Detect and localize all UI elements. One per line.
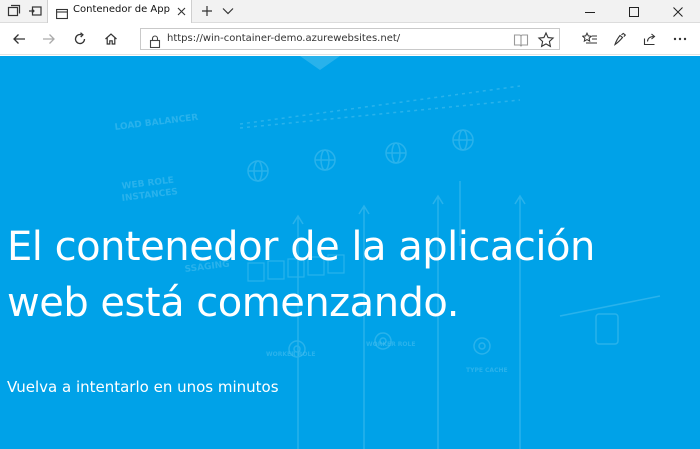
globe-icon — [247, 160, 269, 182]
star-icon[interactable] — [537, 31, 555, 49]
svg-text:WORKER ROLE: WORKER ROLE — [266, 351, 315, 358]
pen-icon[interactable] — [607, 27, 633, 51]
forward-arrow-icon[interactable] — [36, 27, 62, 51]
minimize-icon[interactable] — [568, 0, 612, 23]
maximize-icon[interactable] — [612, 0, 656, 23]
page-headline: El contenedor de la aplicación web está … — [7, 224, 595, 326]
tab-title: Contenedor de App Se — [73, 4, 171, 15]
home-icon[interactable] — [98, 27, 124, 51]
page-subline: Vuelva a intentarlo en unos minutos — [7, 378, 279, 396]
tab-actions-icon[interactable] — [4, 2, 24, 20]
close-icon[interactable] — [174, 4, 188, 18]
chevron-down-icon[interactable] — [218, 2, 238, 20]
url-field[interactable]: https://win-container-demo.azurewebsites… — [167, 33, 400, 44]
share-icon[interactable] — [637, 27, 663, 51]
active-tab[interactable]: Contenedor de App Se — [47, 0, 192, 23]
reading-view-icon[interactable] — [513, 32, 529, 48]
page-favicon-icon — [56, 5, 68, 20]
back-arrow-icon[interactable] — [6, 27, 32, 51]
more-dots-icon[interactable] — [667, 27, 693, 51]
tab-strip: Contenedor de App Se — [0, 0, 700, 23]
refresh-icon[interactable] — [67, 27, 93, 51]
page-content: LOAD BALANCER WEB ROLE INSTANCES SSAGING… — [0, 56, 700, 449]
set-aside-tabs-icon[interactable] — [25, 2, 45, 20]
address-bar[interactable]: https://win-container-demo.azurewebsites… — [140, 28, 560, 50]
svg-text:WORKER ROLE: WORKER ROLE — [366, 341, 415, 348]
window-close-icon[interactable] — [656, 0, 700, 23]
favorites-hub-icon[interactable] — [577, 27, 603, 51]
svg-text:LOAD BALANCER: LOAD BALANCER — [114, 113, 199, 133]
navigation-toolbar: https://win-container-demo.azurewebsites… — [0, 23, 700, 55]
svg-text:TYPE CACHE: TYPE CACHE — [466, 367, 508, 374]
lock-icon[interactable] — [149, 33, 161, 49]
plus-icon[interactable] — [197, 2, 217, 20]
